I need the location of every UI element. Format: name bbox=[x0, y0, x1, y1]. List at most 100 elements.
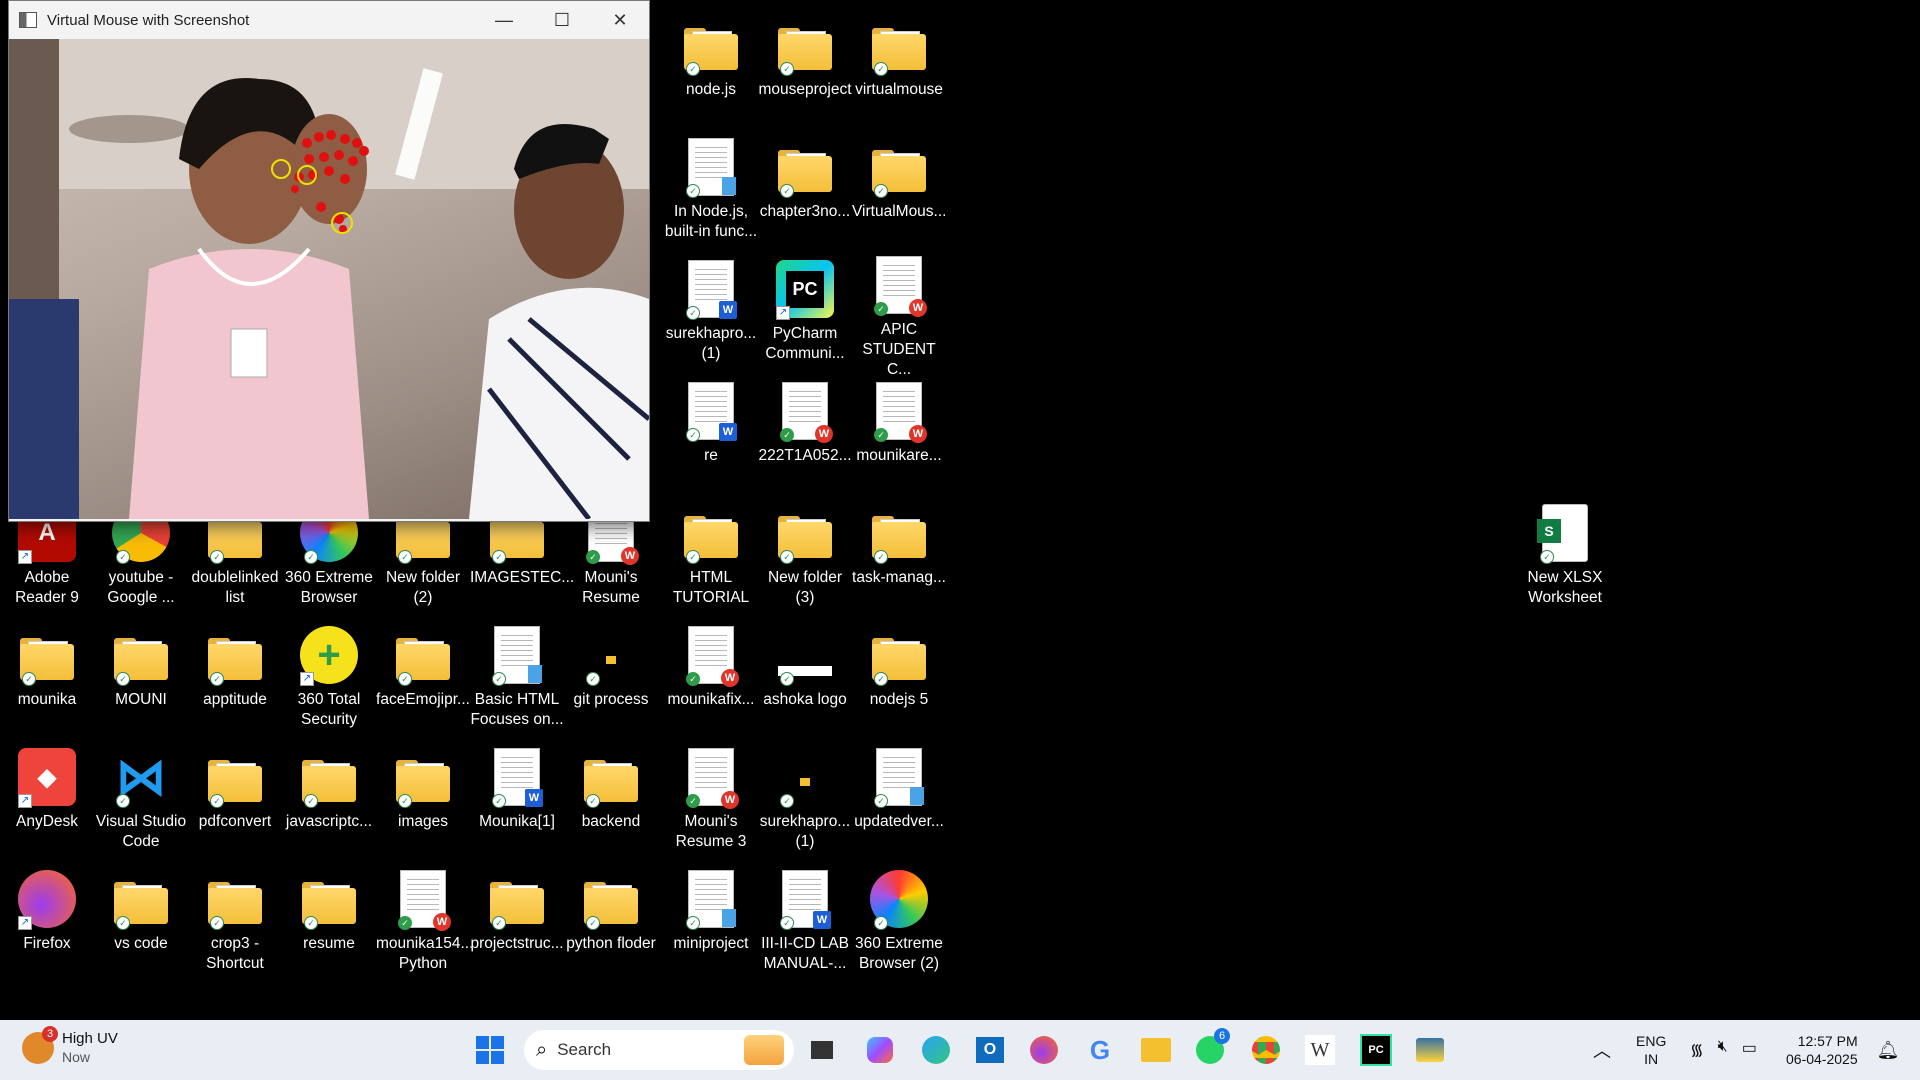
desktop-icon-faceemojipr[interactable]: ✓ faceEmojipr... bbox=[376, 618, 470, 736]
desktop-icon-surekhapro[interactable]: ✓ surekhapro... (1) bbox=[758, 740, 852, 858]
desktop-icon-new-folder[interactable]: ✓ New folder (3) bbox=[758, 496, 852, 614]
language-top: ENG bbox=[1636, 1033, 1667, 1049]
360-icon: ✓ bbox=[868, 866, 930, 930]
desktop-icon-mouni-s[interactable]: W ✓ Mouni's Resume 3 bbox=[664, 740, 758, 858]
desktop-icon-projectstruc[interactable]: ✓ projectstruc... bbox=[470, 862, 564, 980]
desktop-icon-nodejs-5[interactable]: ✓ nodejs 5 bbox=[852, 618, 946, 736]
google-icon[interactable]: G bbox=[1082, 1032, 1118, 1068]
desktop-icon-python-floder[interactable]: ✓ python floder bbox=[564, 862, 658, 980]
close-button[interactable]: ✕ bbox=[591, 10, 649, 31]
desktop-icon-label: 360 Total Security bbox=[297, 691, 361, 728]
window-titlebar[interactable]: Virtual Mouse with Screenshot — ☐ ✕ bbox=[9, 1, 649, 39]
desktop-icon-vs-code[interactable]: ✓ vs code bbox=[94, 862, 188, 980]
desktop-icon-git-process[interactable]: ✓ git process bbox=[564, 618, 658, 736]
edge-icon[interactable] bbox=[918, 1032, 954, 1068]
desktop-icon-360-extreme[interactable]: ✓ 360 Extreme Browser (2) bbox=[852, 862, 946, 980]
desktop-icon-virtualmous[interactable]: ✓ VirtualMous... bbox=[852, 130, 946, 248]
desktop-icon-backend[interactable]: ✓ backend bbox=[564, 740, 658, 858]
pycharm-taskbar-icon[interactable]: PC bbox=[1358, 1032, 1394, 1068]
desktop-icon-mounika[interactable]: ✓ mounika bbox=[0, 618, 94, 736]
desktop-icon-mouseproject[interactable]: ✓ mouseproject bbox=[758, 8, 852, 126]
desktop-icon-visual-studio[interactable]: ⋈ ✓ Visual Studio Code bbox=[94, 740, 188, 858]
desktop-icon-miniproject[interactable]: ✓ miniproject bbox=[664, 862, 758, 980]
desktop-icon-task-manag[interactable]: ✓ task-manag... bbox=[852, 496, 946, 614]
desktop-icon-label: updatedver... bbox=[854, 813, 944, 830]
outlook-icon[interactable]: O bbox=[972, 1032, 1008, 1068]
weather-widget[interactable]: 3 High UV Now bbox=[22, 1026, 118, 1066]
desktop-icon-new-xlsx[interactable]: S ✓ New XLSX Worksheet bbox=[1518, 496, 1612, 614]
search-icon: ⌕ bbox=[536, 1038, 548, 1061]
desktop-icon-anydesk[interactable]: ◆ ↗ AnyDesk bbox=[0, 740, 94, 858]
wikipedia-icon[interactable]: W bbox=[1302, 1032, 1338, 1068]
desktop-icon-resume[interactable]: ✓ resume bbox=[282, 862, 376, 980]
desktop-icon-firefox[interactable]: ↗ Firefox bbox=[0, 862, 94, 980]
firefox-taskbar-icon[interactable] bbox=[1026, 1032, 1062, 1068]
desktop-icon-mouni[interactable]: ✓ MOUNI bbox=[94, 618, 188, 736]
desktop-icon-html[interactable]: ✓ HTML TUTORIAL bbox=[664, 496, 758, 614]
desktop-icon-mounika154[interactable]: W ✓ mounika154... Python bbox=[376, 862, 473, 980]
desktop-icon-in-node-js[interactable]: ✓ In Node.js, built-in func... bbox=[664, 130, 758, 248]
system-tray[interactable]: ᯾ 🔇︎ ▭ bbox=[1690, 1038, 1757, 1060]
copilot-icon[interactable] bbox=[862, 1032, 898, 1068]
clock[interactable]: 12:57 PM 06-04-2025 bbox=[1786, 1032, 1858, 1068]
desktop-icon-basic-html[interactable]: ✓ Basic HTML Focuses on... bbox=[470, 618, 564, 736]
desktop-icon-iii-ii-cd-lab[interactable]: W ✓ III-II-CD LAB MANUAL-... bbox=[758, 862, 852, 980]
desktop-icon-label: apptitude bbox=[203, 691, 267, 708]
desktop-icon-label: IMAGESTEC... bbox=[470, 569, 575, 586]
file-explorer-icon[interactable] bbox=[1138, 1032, 1174, 1068]
desktop-icon-mounikafix[interactable]: W ✓ mounikafix... bbox=[664, 618, 758, 736]
virtual-mouse-window[interactable]: Virtual Mouse with Screenshot — ☐ ✕ bbox=[8, 0, 650, 522]
desktop-icon-chapter3no[interactable]: ✓ chapter3no... bbox=[758, 130, 852, 248]
desktop-icon-mounika-1[interactable]: W ✓ Mounika[1] bbox=[470, 740, 564, 858]
desktop-icon-pdfconvert[interactable]: ✓ pdfconvert bbox=[188, 740, 282, 858]
notepad-icon: ✓ bbox=[868, 744, 930, 808]
uv-icon: 3 bbox=[22, 1026, 58, 1064]
folder-icon: ✓ bbox=[680, 500, 742, 564]
desktop-icon-label: Mouni's Resume 3 bbox=[675, 813, 747, 850]
task-view-icon[interactable] bbox=[804, 1032, 840, 1068]
python-icon[interactable] bbox=[1412, 1032, 1448, 1068]
desktop-icon-virtualmouse[interactable]: ✓ virtualmouse bbox=[852, 8, 946, 126]
language-bottom: IN bbox=[1644, 1051, 1659, 1067]
notifications-bell-icon[interactable]: 🔔︎ bbox=[1870, 1032, 1906, 1068]
chrome-icon[interactable] bbox=[1248, 1032, 1284, 1068]
show-hidden-icons-chevron-icon[interactable]: ︿ bbox=[1584, 1032, 1620, 1068]
desktop-icon-label: Adobe Reader 9 bbox=[15, 569, 79, 606]
desktop-icon-ashoka-logo[interactable]: ✓ ashoka logo bbox=[758, 618, 852, 736]
desktop-icon-re[interactable]: W ✓ re bbox=[664, 374, 758, 492]
desktop-icon-images[interactable]: ✓ images bbox=[376, 740, 470, 858]
folder-icon: ✓ bbox=[110, 622, 172, 686]
desktop-icon-label: surekhapro... (1) bbox=[759, 813, 851, 850]
maximize-button[interactable]: ☐ bbox=[533, 10, 591, 31]
language-indicator[interactable]: ENG IN bbox=[1636, 1032, 1666, 1068]
desktop-icon-mounikare[interactable]: W ✓ mounikare... bbox=[852, 374, 946, 492]
desktop-icon-label: 360 Extreme Browser bbox=[285, 569, 373, 606]
desktop-icon-updatedver[interactable]: ✓ updatedver... bbox=[852, 740, 946, 858]
desktop-icon-222t1a052[interactable]: W ✓ 222T1A052... bbox=[758, 374, 852, 492]
desktop-icon-360-total[interactable]: + ↗ 360 Total Security bbox=[282, 618, 376, 736]
desktop-icon-node-js[interactable]: ✓ node.js bbox=[664, 8, 758, 126]
desktop-icon-apptitude[interactable]: ✓ apptitude bbox=[188, 618, 282, 736]
pycharm-icon: PC ↗ bbox=[774, 256, 836, 320]
desktop-icon-crop3[interactable]: ✓ crop3 - Shortcut bbox=[188, 862, 282, 980]
desktop-icon-javascriptc[interactable]: ✓ javascriptc... bbox=[282, 740, 376, 858]
desktop-icon-label: ashoka logo bbox=[763, 691, 847, 708]
desktop-icon-label: nodejs 5 bbox=[869, 691, 929, 708]
desktop-icon-label: mounikafix... bbox=[667, 691, 755, 708]
desktop-icon-label: youtube - Google ... bbox=[107, 569, 175, 606]
whatsapp-icon[interactable]: 6 bbox=[1192, 1028, 1230, 1068]
search-box[interactable]: ⌕ Search bbox=[524, 1030, 794, 1070]
word-icon: W ✓ bbox=[680, 378, 742, 442]
desktop-icon-label: Basic HTML Focuses on... bbox=[470, 691, 564, 728]
desktop-icon-label: In Node.js, built-in func... bbox=[664, 203, 758, 240]
desktop-icon-pycharm[interactable]: PC ↗ PyCharm Communi... bbox=[758, 252, 852, 370]
taskbar: 3 High UV Now ⌕ Search O G 6 W PC ︿ ENG … bbox=[0, 1020, 1920, 1080]
desktop-icon-apic[interactable]: W ✓ APIC STUDENT C... bbox=[852, 252, 946, 378]
windows-start-icon[interactable] bbox=[472, 1032, 508, 1068]
search-input[interactable]: Search bbox=[557, 1040, 611, 1060]
clock-time: 12:57 PM bbox=[1797, 1033, 1858, 1049]
desktop-icon-surekhapro[interactable]: W ✓ surekhapro... (1) bbox=[664, 252, 758, 370]
wps-icon: W ✓ bbox=[392, 866, 454, 931]
webcam-scene bbox=[9, 39, 649, 519]
minimize-button[interactable]: — bbox=[475, 10, 533, 31]
